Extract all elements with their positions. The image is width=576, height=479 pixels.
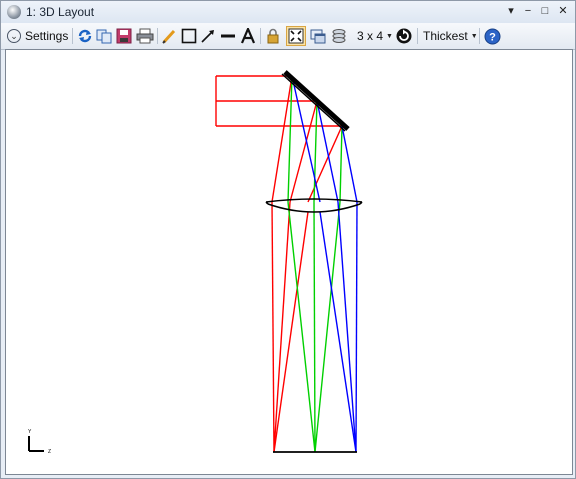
print-button[interactable]: [136, 27, 154, 45]
rotate-icon: [396, 28, 412, 44]
text-button[interactable]: [240, 27, 256, 45]
settings-button[interactable]: ⌄ Settings: [7, 27, 68, 45]
ray-red-2: [273, 201, 291, 453]
text-icon: [240, 28, 256, 44]
rectangle-button[interactable]: [181, 27, 197, 45]
close-icon[interactable]: ✕: [555, 3, 571, 19]
lock-button[interactable]: [265, 27, 281, 45]
toolbar-separator: [72, 28, 73, 44]
ray-blue-lower: [341, 125, 358, 203]
thickness-label: Thickest: [423, 29, 468, 43]
line-button[interactable]: [220, 27, 236, 45]
axis-label-y: Y: [28, 429, 32, 435]
fit-view-button[interactable]: [286, 26, 306, 46]
pencil-icon: [162, 29, 176, 44]
help-button[interactable]: ?: [484, 27, 501, 45]
rotate-button[interactable]: [395, 27, 413, 45]
app-icon: [7, 5, 21, 19]
print-icon: [136, 28, 154, 44]
ray-blue-2: [337, 201, 357, 453]
title-bar: 1: 3D Layout ▾ − □ ✕: [1, 1, 575, 23]
dropdown-arrow-icon: ▼: [386, 32, 393, 40]
ray-green-3: [314, 201, 341, 453]
toolbar-separator: [157, 28, 158, 44]
ray-blue-1: [319, 211, 357, 453]
thickness-dropdown[interactable]: Thickest ▼: [423, 27, 478, 45]
toolbar: ⌄ Settings 3 x 4 ▼ Thickest ▼ ?: [1, 23, 575, 50]
ray-green-2: [313, 201, 316, 453]
layers-button[interactable]: [331, 27, 347, 45]
fit-view-icon: [288, 28, 304, 44]
refresh-button[interactable]: [77, 27, 93, 45]
window-icon: [310, 29, 326, 44]
arrow-icon: [201, 30, 214, 43]
window-button[interactable]: [310, 27, 326, 45]
settings-label: Settings: [25, 29, 69, 43]
save-button[interactable]: [116, 27, 132, 45]
layout-canvas[interactable]: YZ: [5, 49, 573, 475]
layout-window: 1: 3D Layout ▾ − □ ✕ ⌄ Settings 3 x 4 ▼ …: [0, 0, 576, 479]
rectangle-icon: [181, 28, 197, 44]
ray-blue-3: [355, 201, 358, 453]
dropdown-arrow-icon: ▼: [470, 32, 478, 40]
ray-red-3: [273, 211, 309, 453]
toolbar-separator: [417, 28, 418, 44]
ray-red-1: [271, 201, 275, 453]
layers-icon: [332, 29, 346, 43]
minimize-icon[interactable]: −: [520, 3, 536, 19]
window-title: 1: 3D Layout: [26, 5, 95, 19]
chevron-down-icon: ⌄: [7, 29, 21, 43]
lock-icon: [267, 28, 279, 44]
ray-red-chief: [289, 100, 318, 203]
toolbar-separator: [479, 28, 480, 44]
copy-icon: [96, 29, 112, 44]
maximize-icon[interactable]: □: [537, 3, 553, 19]
configuration-label: 3 x 4: [357, 29, 384, 43]
configuration-dropdown[interactable]: 3 x 4 ▼: [357, 27, 393, 45]
toolbar-separator: [260, 28, 261, 44]
refresh-icon: [78, 29, 92, 43]
line-icon: [221, 34, 235, 38]
save-icon: [116, 28, 132, 44]
ray-green-lower: [339, 125, 343, 203]
help-icon: ?: [484, 28, 501, 44]
arrow-button[interactable]: [200, 27, 216, 45]
copy-button[interactable]: [96, 27, 112, 45]
optical-layout-drawing: YZ: [28, 70, 363, 455]
pencil-button[interactable]: [161, 27, 177, 45]
svg-text:?: ?: [489, 31, 496, 43]
axis-label-z: Z: [48, 449, 51, 455]
window-menu-icon[interactable]: ▾: [503, 3, 519, 19]
